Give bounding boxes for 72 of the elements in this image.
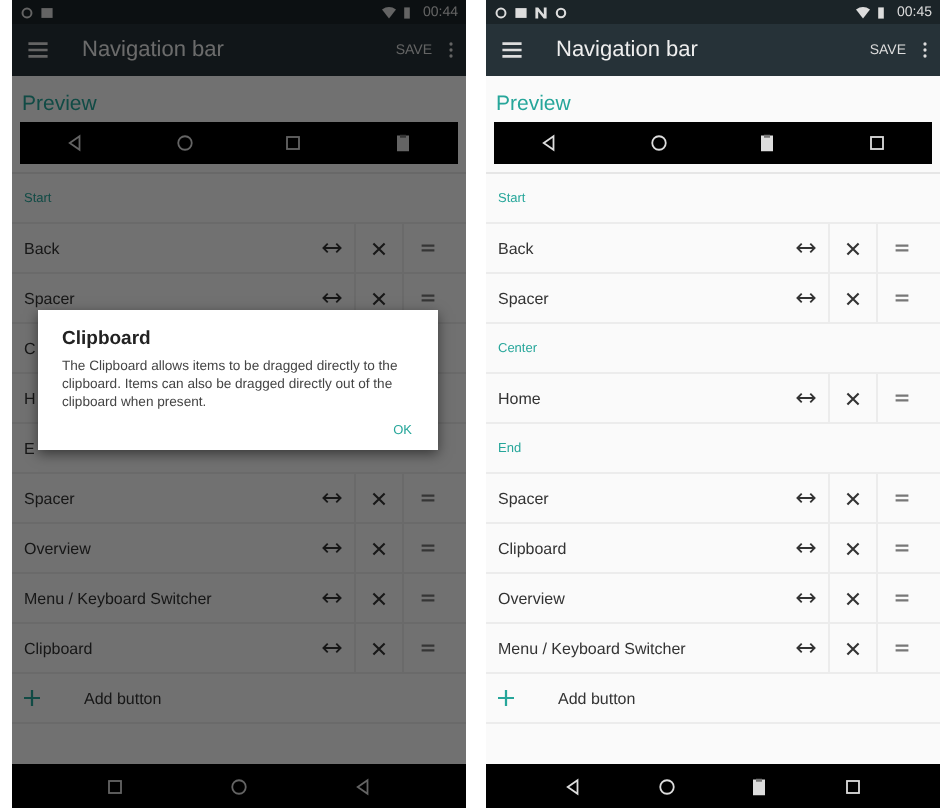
plus-icon[interactable] xyxy=(498,690,514,706)
close-icon[interactable] xyxy=(846,641,860,655)
list-item-label[interactable]: Spacer xyxy=(24,489,308,507)
clipboard-icon xyxy=(394,134,413,152)
list-item-label: E xyxy=(24,439,35,457)
list-item-label[interactable]: Overview xyxy=(24,539,308,557)
back-icon[interactable] xyxy=(563,777,582,795)
list-item-label[interactable]: Menu / Keyboard Switcher xyxy=(498,639,782,657)
resize-icon[interactable] xyxy=(795,540,815,556)
list-item-label[interactable]: Spacer xyxy=(24,289,308,307)
add-button-label[interactable]: Add button xyxy=(84,689,162,707)
close-icon[interactable] xyxy=(846,241,860,255)
list-item-label[interactable]: Clipboard xyxy=(24,639,308,657)
wifi-icon xyxy=(856,5,871,19)
list-item-label[interactable]: Menu / Keyboard Switcher xyxy=(24,589,308,607)
overview-icon[interactable] xyxy=(844,777,863,795)
list-item-label[interactable]: Back xyxy=(498,239,782,257)
drag-handle-icon[interactable] xyxy=(417,490,437,506)
resize-icon[interactable] xyxy=(795,290,815,306)
list-item-label[interactable]: Overview xyxy=(498,589,782,607)
image-icon xyxy=(514,5,528,19)
close-icon[interactable] xyxy=(846,291,860,305)
home-icon[interactable] xyxy=(657,777,676,795)
back-icon xyxy=(65,134,84,152)
home-icon xyxy=(175,134,194,152)
add-button-label[interactable]: Add button xyxy=(558,689,636,707)
drag-handle-icon[interactable] xyxy=(417,590,437,606)
dialog-title: Clipboard xyxy=(62,328,153,350)
drag-handle-icon[interactable] xyxy=(417,240,437,256)
resize-icon[interactable] xyxy=(795,590,815,606)
list-item-label: C xyxy=(24,339,36,357)
resize-icon[interactable] xyxy=(795,490,815,506)
close-icon[interactable] xyxy=(846,541,860,555)
list-item-label[interactable]: Back xyxy=(24,239,308,257)
resize-icon[interactable] xyxy=(795,390,815,406)
drag-handle-icon[interactable] xyxy=(417,540,437,556)
list-item-label[interactable]: Spacer xyxy=(498,289,782,307)
screen-title: Navigation bar xyxy=(556,38,700,62)
list-item-label[interactable]: Spacer xyxy=(498,489,782,507)
drag-handle-icon[interactable] xyxy=(417,640,437,656)
clipboard-icon xyxy=(758,134,777,152)
overview-icon xyxy=(868,134,887,152)
drag-handle-icon[interactable] xyxy=(891,590,911,606)
drag-handle-icon[interactable] xyxy=(891,540,911,556)
menu-icon[interactable] xyxy=(502,42,522,58)
overview-icon xyxy=(284,134,303,152)
resize-icon[interactable] xyxy=(795,640,815,656)
screen-title: Navigation bar xyxy=(82,38,226,62)
more-icon[interactable] xyxy=(922,40,928,60)
list-item-label[interactable]: Home xyxy=(498,389,782,407)
image-icon xyxy=(40,5,54,19)
home-icon xyxy=(649,134,668,152)
close-icon[interactable] xyxy=(846,391,860,405)
resize-icon[interactable] xyxy=(795,240,815,256)
drag-handle-icon[interactable] xyxy=(891,290,911,306)
close-icon[interactable] xyxy=(846,591,860,605)
drag-handle-icon[interactable] xyxy=(891,390,911,406)
drag-handle-icon[interactable] xyxy=(417,290,437,306)
section-title: Preview xyxy=(494,90,573,120)
list-item-label[interactable]: Clipboard xyxy=(498,539,782,557)
back-icon xyxy=(539,134,558,152)
drag-handle-icon[interactable] xyxy=(891,490,911,506)
app-icon xyxy=(534,5,548,19)
section-title: Preview xyxy=(20,90,99,120)
wifi-icon xyxy=(382,5,397,19)
drag-handle-icon[interactable] xyxy=(891,640,911,656)
drag-handle-icon[interactable] xyxy=(891,240,911,256)
list-item-label: H xyxy=(24,389,36,407)
battery-icon xyxy=(400,5,415,19)
clipboard-icon[interactable] xyxy=(750,777,769,795)
close-icon[interactable] xyxy=(846,491,860,505)
battery-icon xyxy=(874,5,889,19)
